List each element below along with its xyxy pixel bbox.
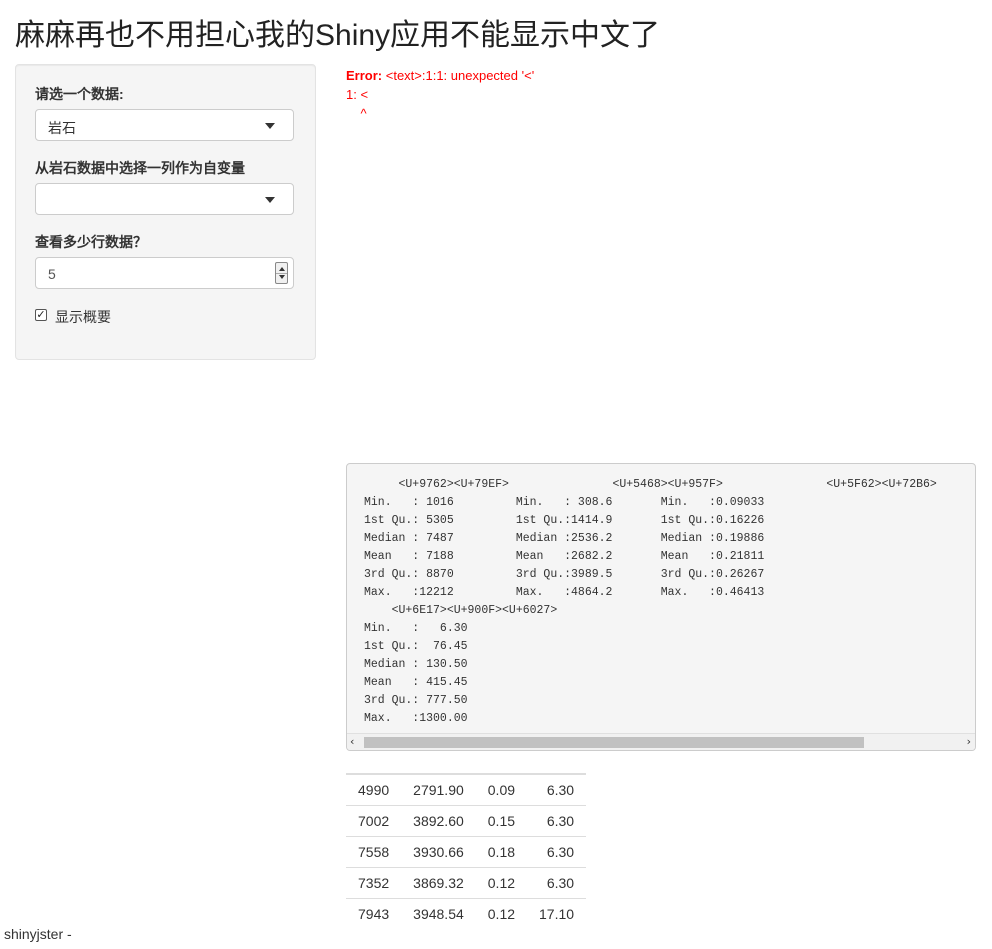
table-cell: 3948.54 <box>401 898 476 929</box>
table-cell: 0.12 <box>475 867 528 899</box>
table-cell: 0.18 <box>475 836 528 868</box>
summary-line: 1st Qu.: 5305 1st Qu.:1414.9 1st Qu.:0.1… <box>364 514 765 527</box>
summary-line: Min. : 1016 Min. : 308.6 Min. :0.09033 <box>364 496 765 509</box>
footer-text: shinyjster - <box>4 926 72 942</box>
table-cell: 6.30 <box>527 836 587 868</box>
sidebar-panel: 请选一个数据: 岩石 从岩石数据中选择一列作为自变量 查看多少行数据？ 5 ✓ … <box>15 64 316 360</box>
summary-line: Median : 7487 Median :2536.2 Median :0.1… <box>364 532 765 545</box>
scroll-left-icon[interactable]: ‹ <box>350 735 354 748</box>
summary-line: 3rd Qu.: 8870 3rd Qu.:3989.5 3rd Qu.:0.2… <box>364 568 765 581</box>
summary-line: Max. :12212 Max. :4864.2 Max. :0.46413 <box>364 586 765 599</box>
table-row: 7558 3930.66 0.18 6.30 <box>346 836 587 868</box>
table-cell: 7002 <box>346 805 402 837</box>
scrollbar-thumb[interactable] <box>364 737 864 748</box>
table-cell: 3930.66 <box>401 836 476 868</box>
error-text: <text>:1:1: unexpected '<' <box>382 68 535 83</box>
dataset-select[interactable]: 岩石 <box>35 109 294 141</box>
error-line-3: ^ <box>346 106 367 121</box>
table-cell: 7943 <box>346 898 402 929</box>
table-cell: 17.10 <box>527 898 587 929</box>
dataset-label: 请选一个数据: <box>35 86 124 102</box>
summary-checkbox-label: 显示概要 <box>55 309 111 325</box>
table-cell: 4990 <box>346 773 402 806</box>
table-cell: 3892.60 <box>401 805 476 837</box>
error-prefix: Error: <box>346 68 383 83</box>
table-cell: 7558 <box>346 836 402 868</box>
table-row: 7943 3948.54 0.12 17.10 <box>346 898 587 929</box>
table-cell: 6.30 <box>527 773 587 806</box>
summary-line: <U+9762><U+79EF> <U+5468><U+957F> <U+5F6… <box>364 478 937 491</box>
rows-label: 查看多少行数据？ <box>35 234 147 250</box>
summary-line: 3rd Qu.: 777.50 <box>364 694 468 707</box>
summary-line: Min. : 6.30 <box>364 622 468 635</box>
summary-line: Mean : 7188 Mean :2682.2 Mean :0.21811 <box>364 550 765 563</box>
table-cell: 0.15 <box>475 805 528 837</box>
table-row: 7002 3892.60 0.15 6.30 <box>346 805 587 837</box>
chevron-down-icon <box>265 197 275 203</box>
stepper-down-icon[interactable] <box>279 275 285 279</box>
column-select[interactable] <box>35 183 294 215</box>
summary-line: <U+6E17><U+900F><U+6027> <box>364 604 558 617</box>
error-line-2: 1: < <box>346 87 369 102</box>
rows-number-input[interactable]: 5 <box>35 257 294 289</box>
stepper-divider <box>276 273 287 274</box>
summary-text: <U+9762><U+79EF> <U+5468><U+957F> <U+5F6… <box>364 476 937 728</box>
table-cell: 0.12 <box>475 898 528 929</box>
rows-input-value: 5 <box>48 266 56 282</box>
summary-output: <U+9762><U+79EF> <U+5468><U+957F> <U+5F6… <box>346 463 976 751</box>
number-stepper[interactable] <box>275 262 288 284</box>
table-row: 7352 3869.32 0.12 6.30 <box>346 867 587 899</box>
chevron-down-icon <box>265 123 275 129</box>
column-label: 从岩石数据中选择一列作为自变量 <box>35 160 245 176</box>
summary-line: 1st Qu.: 76.45 <box>364 640 468 653</box>
table-cell: 6.30 <box>527 867 587 899</box>
scroll-right-icon[interactable]: › <box>967 735 971 748</box>
summary-checkbox[interactable]: ✓ <box>35 309 47 321</box>
horizontal-scrollbar[interactable]: ‹ › <box>347 733 975 750</box>
table-cell: 2791.90 <box>401 773 476 806</box>
table-cell: 6.30 <box>527 805 587 837</box>
page-title: 麻麻再也不用担心我的Shiny应用不能显示中文了 <box>15 19 661 52</box>
stepper-up-icon[interactable] <box>279 267 285 271</box>
table-cell: 7352 <box>346 867 402 899</box>
summary-line: Mean : 415.45 <box>364 676 468 689</box>
error-message: Error: <text>:1:1: unexpected '<' 1: < ^ <box>346 66 534 123</box>
data-table: 4990 2791.90 0.09 6.30 7002 3892.60 0.15 6.30 75… <box>346 773 587 929</box>
dataset-select-value: 岩石 <box>48 120 76 136</box>
summary-line: Median : 130.50 <box>364 658 468 671</box>
table-cell: 0.09 <box>475 773 528 806</box>
table-cell: 3869.32 <box>401 867 476 899</box>
table-row: 4990 2791.90 0.09 6.30 <box>346 773 587 806</box>
summary-line: Max. :1300.00 <box>364 712 468 725</box>
